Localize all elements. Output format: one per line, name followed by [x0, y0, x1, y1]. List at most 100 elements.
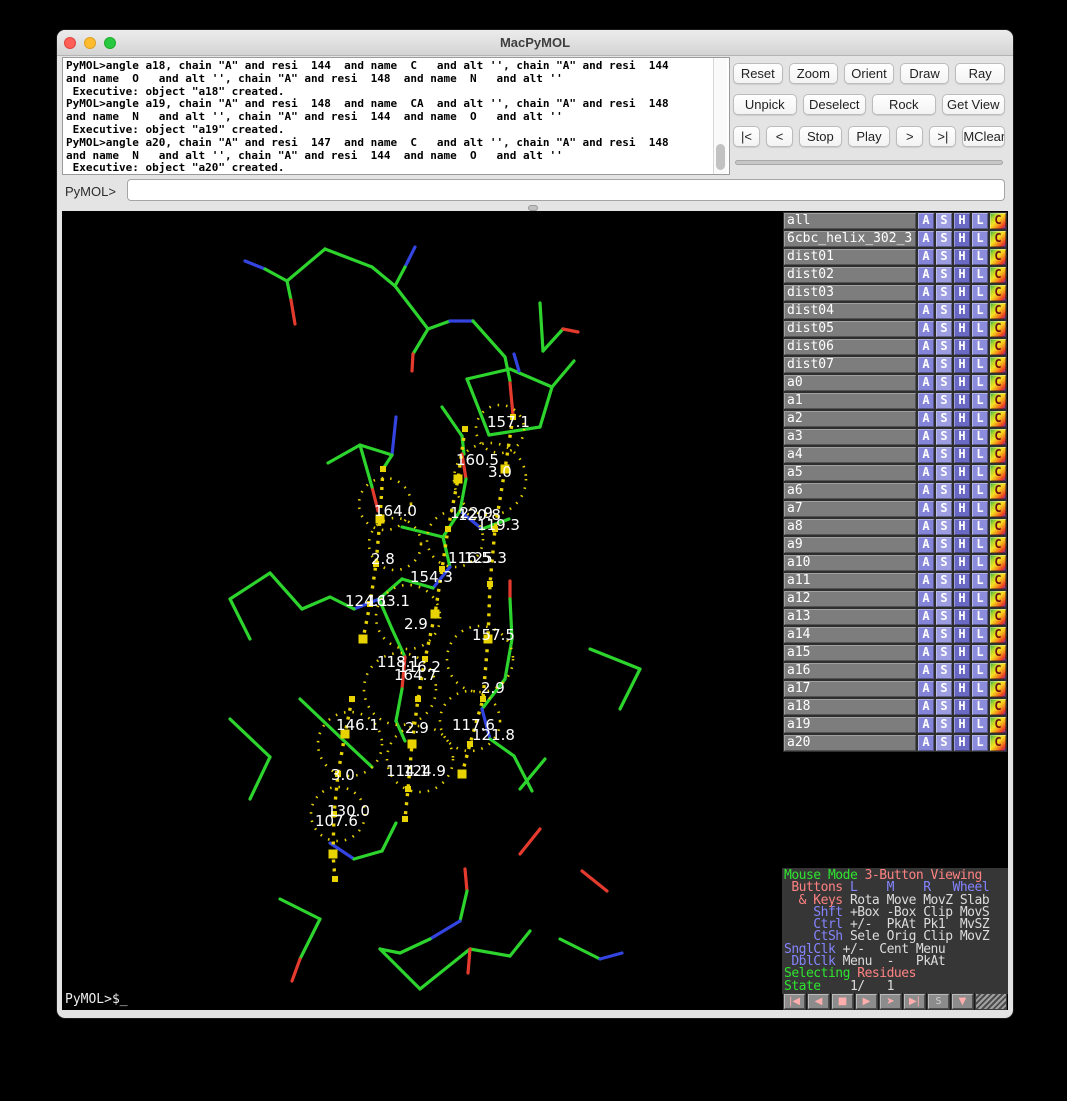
h-menu-button[interactable]: H: [953, 338, 971, 356]
c-menu-button[interactable]: C: [989, 680, 1007, 698]
h-menu-button[interactable]: H: [953, 554, 971, 572]
object-name-a12[interactable]: a12: [783, 590, 917, 608]
title-bar[interactable]: MacPyMOL: [57, 30, 1013, 56]
s-menu-button[interactable]: S: [935, 374, 953, 392]
object-name-dist01[interactable]: dist01: [783, 248, 917, 266]
object-name-dist06[interactable]: dist06: [783, 338, 917, 356]
c-menu-button[interactable]: C: [989, 662, 1007, 680]
movie--button[interactable]: >|: [929, 126, 956, 147]
l-menu-button[interactable]: L: [971, 410, 989, 428]
a-menu-button[interactable]: A: [917, 302, 935, 320]
c-menu-button[interactable]: C: [989, 428, 1007, 446]
c-menu-button[interactable]: C: [989, 320, 1007, 338]
l-menu-button[interactable]: L: [971, 680, 989, 698]
a-menu-button[interactable]: A: [917, 518, 935, 536]
l-menu-button[interactable]: L: [971, 554, 989, 572]
a-menu-button[interactable]: A: [917, 338, 935, 356]
h-menu-button[interactable]: H: [953, 662, 971, 680]
object-name-a0[interactable]: a0: [783, 374, 917, 392]
c-menu-button[interactable]: C: [989, 734, 1007, 752]
s-menu-button[interactable]: S: [935, 662, 953, 680]
l-menu-button[interactable]: L: [971, 590, 989, 608]
c-menu-button[interactable]: C: [989, 410, 1007, 428]
l-menu-button[interactable]: L: [971, 500, 989, 518]
a-menu-button[interactable]: A: [917, 680, 935, 698]
h-menu-button[interactable]: H: [953, 644, 971, 662]
movie-Play-button[interactable]: Play: [848, 126, 891, 147]
s-menu-button[interactable]: S: [935, 716, 953, 734]
h-menu-button[interactable]: H: [953, 680, 971, 698]
s-menu-button[interactable]: S: [935, 590, 953, 608]
h-menu-button[interactable]: H: [953, 464, 971, 482]
deselect-button[interactable]: Deselect: [803, 94, 867, 115]
h-menu-button[interactable]: H: [953, 230, 971, 248]
resize-grip[interactable]: [975, 993, 1007, 1010]
l-menu-button[interactable]: L: [971, 230, 989, 248]
a-menu-button[interactable]: A: [917, 554, 935, 572]
zoom-button[interactable]: Zoom: [789, 63, 839, 84]
l-menu-button[interactable]: L: [971, 608, 989, 626]
h-menu-button[interactable]: H: [953, 590, 971, 608]
object-name-a4[interactable]: a4: [783, 446, 917, 464]
a-menu-button[interactable]: A: [917, 320, 935, 338]
h-menu-button[interactable]: H: [953, 608, 971, 626]
c-menu-button[interactable]: C: [989, 446, 1007, 464]
object-name-dist07[interactable]: dist07: [783, 356, 917, 374]
object-name-6cbc_helix_302_3[interactable]: 6cbc_helix_302_3: [783, 230, 917, 248]
object-name-a17[interactable]: a17: [783, 680, 917, 698]
c-menu-button[interactable]: C: [989, 482, 1007, 500]
a-menu-button[interactable]: A: [917, 500, 935, 518]
l-menu-button[interactable]: L: [971, 248, 989, 266]
object-name-a10[interactable]: a10: [783, 554, 917, 572]
a-menu-button[interactable]: A: [917, 392, 935, 410]
a-menu-button[interactable]: A: [917, 662, 935, 680]
object-name-a19[interactable]: a19: [783, 716, 917, 734]
h-menu-button[interactable]: H: [953, 698, 971, 716]
h-menu-button[interactable]: H: [953, 266, 971, 284]
h-menu-button[interactable]: H: [953, 320, 971, 338]
skip-start-icon[interactable]: |◀: [783, 993, 806, 1010]
s-menu-button[interactable]: S: [935, 212, 953, 230]
c-menu-button[interactable]: C: [989, 392, 1007, 410]
reset-button[interactable]: Reset: [733, 63, 783, 84]
a-menu-button[interactable]: A: [917, 428, 935, 446]
h-menu-button[interactable]: H: [953, 536, 971, 554]
s-menu-button[interactable]: S: [935, 338, 953, 356]
l-menu-button[interactable]: L: [971, 266, 989, 284]
down-arrow-icon[interactable]: ▼: [951, 993, 974, 1010]
a-menu-button[interactable]: A: [917, 410, 935, 428]
s-menu-button[interactable]: S: [935, 518, 953, 536]
c-menu-button[interactable]: C: [989, 356, 1007, 374]
l-menu-button[interactable]: L: [971, 446, 989, 464]
c-menu-button[interactable]: C: [989, 590, 1007, 608]
c-menu-button[interactable]: C: [989, 518, 1007, 536]
l-menu-button[interactable]: L: [971, 374, 989, 392]
object-name-a2[interactable]: a2: [783, 410, 917, 428]
h-menu-button[interactable]: H: [953, 734, 971, 752]
scrollbar-thumb[interactable]: [716, 144, 725, 170]
c-menu-button[interactable]: C: [989, 230, 1007, 248]
a-menu-button[interactable]: A: [917, 572, 935, 590]
object-name-a11[interactable]: a11: [783, 572, 917, 590]
c-menu-button[interactable]: C: [989, 536, 1007, 554]
h-menu-button[interactable]: H: [953, 500, 971, 518]
l-menu-button[interactable]: L: [971, 320, 989, 338]
a-menu-button[interactable]: A: [917, 716, 935, 734]
l-menu-button[interactable]: L: [971, 356, 989, 374]
c-menu-button[interactable]: C: [989, 212, 1007, 230]
s-menu-button[interactable]: S: [935, 572, 953, 590]
movie--button[interactable]: >: [896, 126, 923, 147]
l-menu-button[interactable]: L: [971, 482, 989, 500]
s-menu-button[interactable]: S: [935, 410, 953, 428]
object-name-dist05[interactable]: dist05: [783, 320, 917, 338]
l-menu-button[interactable]: L: [971, 392, 989, 410]
h-menu-button[interactable]: H: [953, 374, 971, 392]
object-name-a18[interactable]: a18: [783, 698, 917, 716]
c-menu-button[interactable]: C: [989, 266, 1007, 284]
console-scrollbar[interactable]: [713, 58, 727, 174]
s-menu-button[interactable]: S: [935, 464, 953, 482]
s-menu-button[interactable]: S: [935, 302, 953, 320]
c-menu-button[interactable]: C: [989, 716, 1007, 734]
c-menu-button[interactable]: C: [989, 302, 1007, 320]
step-forward-icon[interactable]: ➤: [879, 993, 902, 1010]
